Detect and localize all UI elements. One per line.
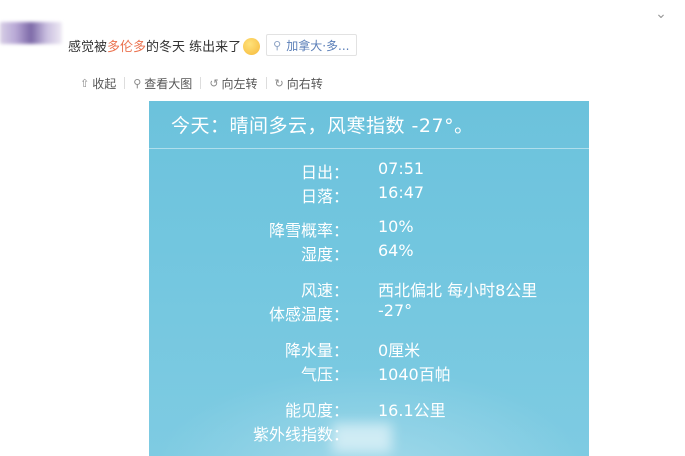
weather-label: 能见度： (284, 401, 349, 420)
view-large-button[interactable]: ⚲ 查看大图 (133, 75, 192, 92)
weather-label: 风速： (300, 281, 349, 300)
weather-label: 气压： (300, 365, 349, 384)
weather-value: 16:47 (378, 183, 425, 202)
weather-row-pressure: 气压： 1040百帕 (149, 361, 589, 385)
avatar[interactable] (0, 22, 62, 44)
weather-row-feels-like: 体感温度： -27° (149, 301, 589, 325)
search-icon: ⚲ (133, 76, 142, 90)
rotate-right-icon: ↻ (274, 76, 284, 90)
post-text-prefix: 感觉被 (68, 39, 108, 55)
weather-value: 64% (378, 241, 414, 260)
weather-row-visibility: 能见度： 16.1公里 (149, 397, 589, 421)
weather-row-sunset: 日落： 16:47 (149, 183, 589, 207)
emoji-icon (243, 37, 261, 55)
topic-link[interactable]: 多伦多 (107, 36, 146, 55)
weather-value: 07:51 (378, 159, 425, 178)
blur-overlay (332, 423, 392, 453)
location-chip[interactable]: ⚲ 加拿大·多... (266, 34, 357, 56)
weather-summary: 今天：晴间多云，风寒指数 -27°。 (171, 115, 474, 137)
arrow-up-icon: ⇧ (80, 76, 90, 90)
weather-label: 日落： (300, 187, 349, 206)
weather-screenshot-image[interactable]: 今天：晴间多云，风寒指数 -27°。 日出： 07:51 日落： 16:47 降… (149, 101, 589, 456)
weather-value: -27° (378, 301, 413, 320)
weather-value: 0厘米 (378, 341, 421, 360)
weather-value: 16.1公里 (378, 401, 446, 420)
location-pin-icon: ⚲ (273, 38, 282, 52)
collapse-label: 收起 (92, 76, 117, 91)
weather-label: 湿度： (300, 245, 349, 264)
divider (149, 148, 589, 149)
weather-label: 日出： (300, 163, 349, 182)
rotate-right-label: 向右转 (286, 76, 323, 91)
rotate-left-button[interactable]: ↺ 向左转 (209, 75, 257, 92)
weather-value: 10% (378, 217, 414, 236)
weather-label: 降水量： (284, 341, 349, 360)
post-text: 感觉被 多伦多 的冬天 练出来了 ⚲ 加拿大·多... (68, 34, 357, 56)
weather-row-precipitation: 降水量： 0厘米 (149, 337, 589, 361)
weather-row-snow-chance: 降雪概率： 10% (149, 217, 589, 241)
chevron-down-icon[interactable]: ⌄ (651, 6, 671, 22)
collapse-button[interactable]: ⇧ 收起 (80, 75, 116, 92)
weather-value: 西北偏北 每小时8公里 (378, 281, 538, 300)
weather-label: 降雪概率： (268, 221, 349, 240)
location-label: 加拿大·多... (286, 38, 350, 53)
divider (124, 77, 126, 89)
weather-row-wind: 风速： 西北偏北 每小时8公里 (149, 277, 589, 301)
post-text-suffix: 的冬天 练出来了 (146, 39, 242, 55)
divider (265, 77, 267, 89)
weather-row-sunrise: 日出： 07:51 (149, 159, 589, 183)
rotate-left-label: 向左转 (221, 76, 258, 91)
image-toolbar: ⇧ 收起 ⚲ 查看大图 ↺ 向左转 ↻ 向右转 (80, 74, 323, 92)
divider (200, 77, 202, 89)
rotate-right-button[interactable]: ↻ 向右转 (275, 75, 323, 92)
view-large-label: 查看大图 (144, 76, 193, 91)
weather-value: 1040百帕 (378, 365, 451, 384)
weather-row-humidity: 湿度： 64% (149, 241, 589, 265)
rotate-left-icon: ↺ (209, 76, 219, 90)
weather-label: 体感温度： (268, 305, 349, 324)
